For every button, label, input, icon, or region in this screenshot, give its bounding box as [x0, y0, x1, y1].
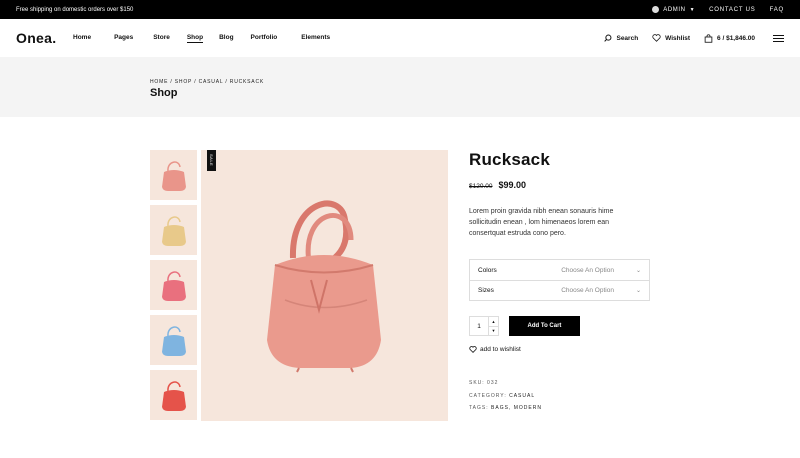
- nav-item-blog[interactable]: Blog: [219, 34, 233, 43]
- cart-button[interactable]: 6 / $1,846.00: [704, 33, 755, 43]
- bag-thumbnail-image: [161, 326, 186, 356]
- chevron-down-icon[interactable]: ▼: [489, 325, 498, 336]
- quantity-input[interactable]: 1: [470, 317, 488, 335]
- sale-badge: SALE: [207, 150, 216, 171]
- price-block: $120.00 $99.00: [469, 180, 651, 190]
- thumbnail-1[interactable]: [150, 150, 197, 200]
- bag-icon: [704, 33, 713, 43]
- page-heading: HOME / SHOP / CASUAL / RUCKSACK Shop: [0, 57, 800, 117]
- old-price: $120.00: [469, 183, 493, 190]
- option-value: Choose An Option ⌄: [561, 287, 641, 294]
- bag-image: [267, 200, 381, 373]
- option-placeholder: Choose An Option: [561, 287, 614, 294]
- tags-row: TAGS: BAGS, MODERN: [469, 402, 651, 415]
- breadcrumb[interactable]: HOME / SHOP / CASUAL / RUCKSACK: [150, 79, 264, 85]
- site-logo[interactable]: Onea.: [16, 30, 73, 46]
- search-label: Search: [616, 34, 639, 42]
- bag-thumbnail-image: [161, 381, 186, 411]
- main-product-image[interactable]: SALE: [201, 150, 448, 421]
- wishlist-button[interactable]: Wishlist: [652, 34, 690, 42]
- cart-summary: 6 / $1,846.00: [717, 34, 755, 42]
- category-label: CATEGORY:: [469, 392, 510, 399]
- tags-label: TAGS:: [469, 405, 492, 411]
- thumbnail-3[interactable]: [150, 260, 197, 310]
- top-bar-links: ADMIN ▼ CONTACT US FAQ: [652, 6, 784, 13]
- search-button[interactable]: Search: [604, 34, 638, 42]
- thumbnail-2[interactable]: [150, 205, 197, 255]
- page-title: Shop: [150, 87, 178, 99]
- bag-thumbnail-image: [161, 271, 186, 301]
- category-link[interactable]: CASUAL: [509, 393, 535, 399]
- heart-icon: [469, 346, 477, 353]
- current-price: $99.00: [498, 180, 527, 190]
- cart-row: 1 ▲ ▼ Add To Cart: [469, 316, 651, 336]
- product-info: Rucksack $120.00 $99.00 Lorem proin grav…: [469, 150, 651, 415]
- chevron-up-icon[interactable]: ▲: [489, 317, 498, 326]
- thumbnail-4[interactable]: [150, 315, 197, 365]
- add-to-wishlist-link[interactable]: add to wishlist: [469, 346, 651, 353]
- variation-options: Colors Choose An Option ⌄ Sizes Choose An Op…: [469, 259, 650, 301]
- add-to-cart-button[interactable]: Add To Cart: [509, 316, 580, 336]
- quantity-stepper[interactable]: 1 ▲ ▼: [469, 316, 499, 336]
- heart-icon: [652, 34, 661, 42]
- option-label: Colors: [478, 266, 497, 274]
- category-row: CATEGORY: CASUAL: [469, 390, 651, 403]
- product-title: Rucksack: [469, 150, 550, 169]
- option-label: Sizes: [478, 287, 494, 294]
- nav-item-elements[interactable]: Elements: [301, 34, 330, 43]
- bag-thumbnail-image: [161, 161, 186, 191]
- caret-down-icon: ▼: [689, 6, 696, 13]
- tags-links[interactable]: BAGS, MODERN: [491, 405, 542, 411]
- search-icon: [604, 34, 612, 42]
- wishlist-text: add to wishlist: [480, 346, 521, 353]
- main-nav: Home Pages Store Shop Blog Portfolio Elements: [73, 34, 330, 43]
- product-description: Lorem proin gravida nibh enean sonauris …: [469, 208, 614, 237]
- chevron-down-icon: ⌄: [635, 267, 641, 274]
- admin-dropdown[interactable]: ADMIN ▼: [652, 6, 695, 13]
- wishlist-label: Wishlist: [665, 34, 691, 42]
- top-bar: Free shipping on domestic orders over $1…: [0, 0, 800, 19]
- faq-link[interactable]: FAQ: [770, 7, 784, 13]
- thumbnail-5[interactable]: [150, 370, 197, 420]
- sizes-select[interactable]: Sizes Choose An Option ⌄: [470, 280, 649, 300]
- option-placeholder: Choose An Option: [561, 266, 614, 274]
- admin-label: ADMIN: [663, 6, 686, 13]
- nav-item-pages[interactable]: Pages: [114, 34, 133, 43]
- option-value: Choose An Option ⌄: [561, 267, 641, 274]
- nav-item-shop[interactable]: Shop: [186, 34, 204, 43]
- thumbnail-list: [150, 150, 197, 425]
- menu-icon[interactable]: [773, 34, 784, 42]
- main-header: Onea. Home Pages Store Shop Blog Portfolio Ele…: [0, 19, 800, 57]
- quantity-arrows: ▲ ▼: [488, 317, 498, 335]
- avatar: [652, 6, 660, 13]
- colors-select[interactable]: Colors Choose An Option ⌄: [470, 260, 649, 280]
- nav-item-store[interactable]: Store: [153, 34, 170, 43]
- promo-text: Free shipping on domestic orders over $1…: [16, 6, 134, 13]
- contact-link[interactable]: CONTACT US: [709, 7, 755, 13]
- product-meta: SKU: 032 CATEGORY: CASUAL TAGS: BAGS, MO…: [469, 377, 651, 415]
- header-actions: Search Wishlist 6 / $1,846.00: [604, 19, 784, 57]
- bag-thumbnail-image: [161, 216, 186, 246]
- nav-item-home[interactable]: Home: [73, 34, 91, 43]
- sku: SKU: 032: [469, 380, 499, 386]
- chevron-down-icon: ⌄: [635, 288, 641, 294]
- nav-item-portfolio[interactable]: Portfolio: [251, 34, 278, 43]
